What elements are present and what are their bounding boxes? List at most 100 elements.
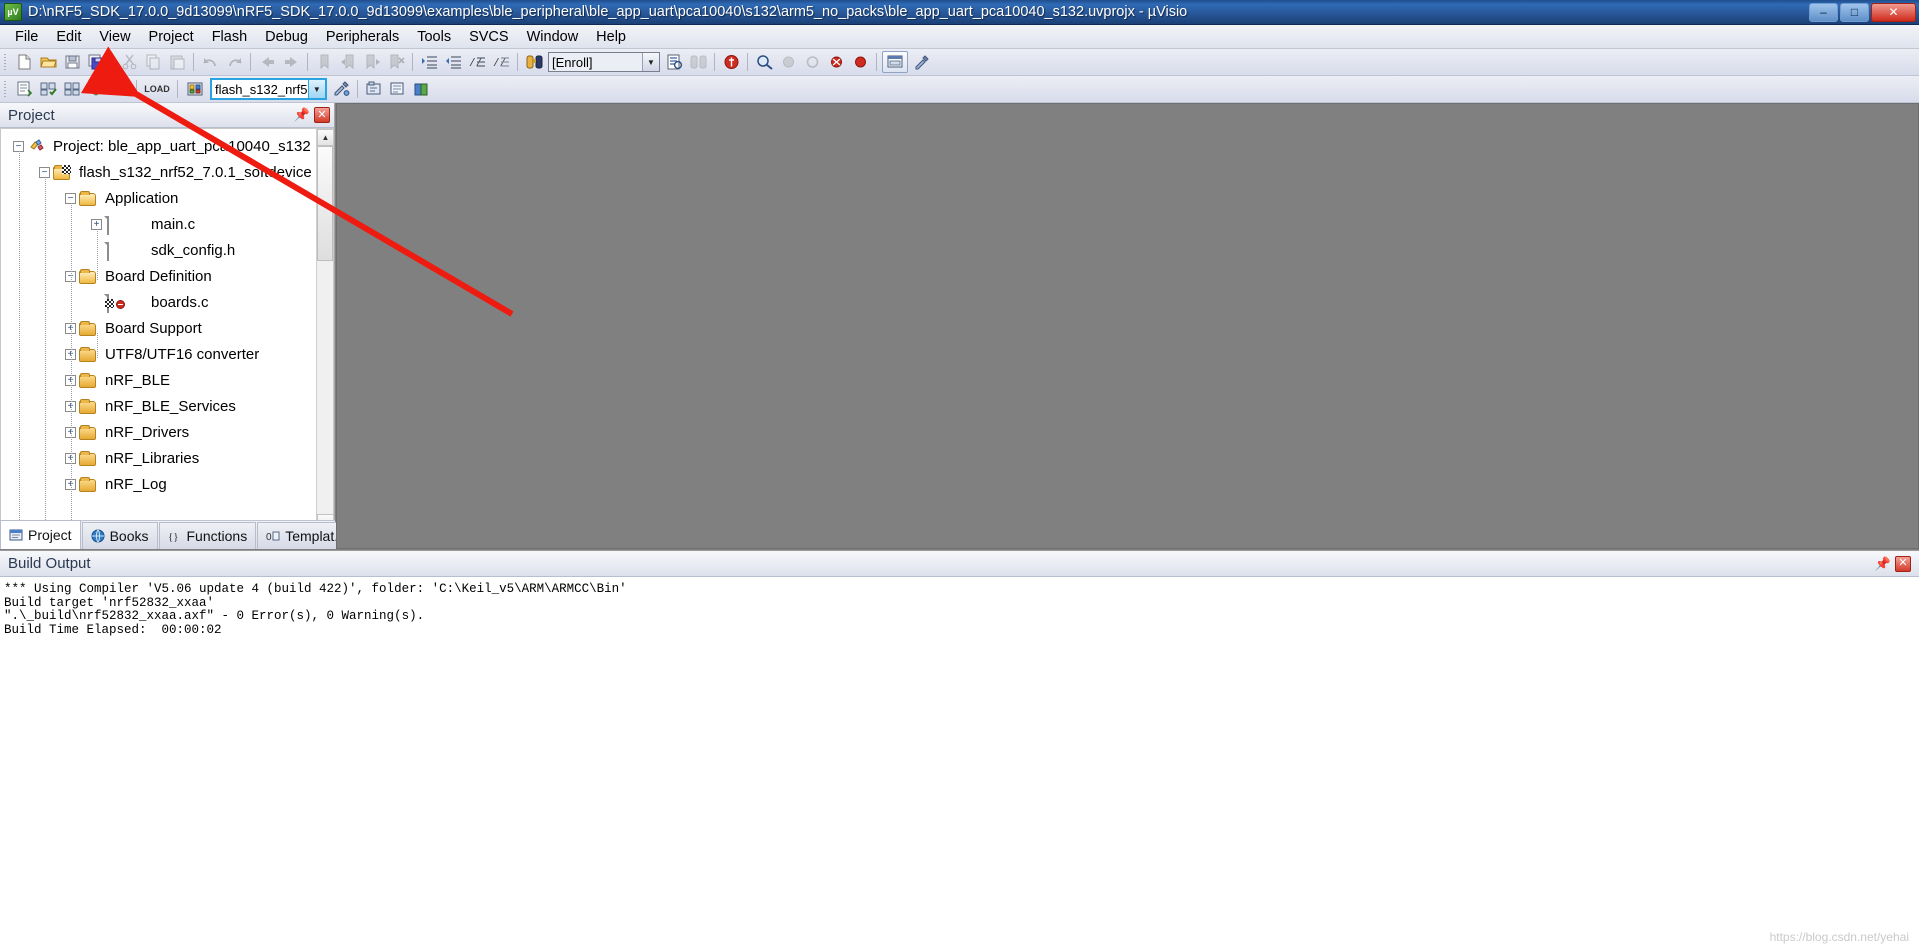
menu-edit[interactable]: Edit [47,27,90,47]
tab-functions[interactable]: {} Functions [158,522,257,549]
tab-project[interactable]: Project [0,520,81,549]
cut-icon[interactable] [118,51,140,73]
tree-item-nrf-ble[interactable]: + nRF_BLE [1,367,317,393]
menu-bar: File Edit View Project Flash Debug Perip… [0,25,1919,49]
pin-icon[interactable]: 📌 [294,107,310,123]
target-options-icon[interactable] [330,78,352,100]
tree-item-nrf-ble-services[interactable]: + nRF_BLE_Services [1,393,317,419]
target-selector-value: flash_s132_nrf5 [215,81,308,97]
scroll-up-button[interactable]: ▲ [317,129,333,146]
toolbar-grip[interactable] [2,79,9,99]
configure-icon[interactable] [910,51,932,73]
tree-item-label: Application [105,189,179,207]
pack-installer-icon[interactable] [183,78,207,100]
tree-item-sdk-config-h[interactable]: sdk_config.h [1,237,317,263]
find-combo[interactable]: [Enroll] ▼ [548,52,660,72]
tree-vertical-scrollbar[interactable]: ▲ ▼ [316,129,333,531]
tree-item-boards-c[interactable]: boards.c [1,289,317,315]
folder-icon [79,346,97,362]
tree-item-nrf-libraries[interactable]: + nRF_Libraries [1,445,317,471]
new-file-icon[interactable] [13,51,35,73]
target-selector-combo[interactable]: flash_s132_nrf5 ▼ [210,78,327,100]
tree-item-board-definition[interactable]: − Board Definition [1,263,317,289]
close-button[interactable]: ✕ [1871,2,1916,22]
menu-help[interactable]: Help [587,27,635,47]
scroll-thumb-vertical[interactable] [317,146,333,261]
paste-icon[interactable] [166,51,188,73]
breakpoint-enable-icon[interactable] [849,51,871,73]
tree-item-target[interactable]: − flash_s132_nrf52_7.0.1_softdevice [1,159,317,185]
navigate-forward-icon[interactable] [280,51,302,73]
menu-peripherals[interactable]: Peripherals [317,27,408,47]
copy-icon[interactable] [142,51,164,73]
bookmark-clear-icon[interactable] [385,51,407,73]
tree-item-nrf-drivers[interactable]: + nRF_Drivers [1,419,317,445]
folder-icon [79,320,97,336]
breakpoint-disable-icon[interactable] [801,51,823,73]
menu-project[interactable]: Project [140,27,203,47]
find-in-files-icon[interactable] [663,51,685,73]
chevron-down-icon[interactable]: ▼ [642,53,659,71]
tree-expander[interactable]: − [65,192,76,204]
close-icon[interactable]: ✕ [314,107,330,123]
menu-svcs[interactable]: SVCS [460,27,518,47]
binoculars-icon[interactable] [523,51,545,73]
bookmark-next-icon[interactable] [361,51,383,73]
open-file-icon[interactable] [37,51,59,73]
comment-icon[interactable]: // [466,51,488,73]
build-output-body[interactable]: *** Using Compiler 'V5.06 update 4 (buil… [0,577,1919,950]
undo-icon[interactable] [199,51,221,73]
tree-expander[interactable]: + [91,218,102,230]
zoom-icon[interactable] [753,51,775,73]
tree-guide [97,333,98,359]
incremental-find-icon[interactable] [687,51,709,73]
tree-item-board-support[interactable]: + Board Support [1,315,317,341]
debug-stop-icon[interactable] [720,51,742,73]
batch-build-icon[interactable] [85,78,107,100]
tree-item-utf-converter[interactable]: + UTF8/UTF16 converter [1,341,317,367]
rebuild-all-icon[interactable] [61,78,83,100]
uncomment-icon[interactable]: // [490,51,512,73]
stop-build-icon[interactable] [109,78,131,100]
outdent-icon[interactable] [442,51,464,73]
bookmark-prev-icon[interactable] [337,51,359,73]
close-icon[interactable]: ✕ [1895,555,1911,572]
editor-mdi-area[interactable] [336,103,1919,549]
menu-debug[interactable]: Debug [256,27,317,47]
translate-icon[interactable] [13,78,35,100]
window-layout-icon[interactable] [882,51,908,73]
menu-flash[interactable]: Flash [203,27,256,47]
project-icon [27,138,45,154]
load-button[interactable]: LOAD [142,78,172,100]
breakpoint-kill-icon[interactable] [825,51,847,73]
menu-view[interactable]: View [90,27,139,47]
chevron-down-icon[interactable]: ▼ [307,80,325,98]
tree-item-application[interactable]: − Application [1,185,317,211]
build-target-icon[interactable] [37,78,59,100]
menu-file[interactable]: File [6,27,47,47]
books-icon[interactable] [411,78,433,100]
navigate-back-icon[interactable] [256,51,278,73]
save-all-icon[interactable] [85,51,107,73]
tree-expander[interactable]: − [13,140,24,152]
tree-item-nrf-log[interactable]: + nRF_Log [1,471,317,497]
indent-icon[interactable] [418,51,440,73]
menu-tools[interactable]: Tools [408,27,460,47]
breakpoint-icon[interactable] [777,51,799,73]
toolbar-grip[interactable] [2,52,9,72]
minimize-button[interactable]: – [1809,2,1838,22]
tree-item-main-c[interactable]: + main.c [1,211,317,237]
pin-icon[interactable]: 📌 [1875,556,1891,572]
save-icon[interactable] [61,51,83,73]
redo-icon[interactable] [223,51,245,73]
bookmark-toggle-icon[interactable] [313,51,335,73]
multi-project-icon[interactable] [387,78,409,100]
tree-expander[interactable]: − [39,166,50,178]
menu-window[interactable]: Window [518,27,588,47]
tab-books[interactable]: Books [81,522,158,549]
manage-components-icon[interactable] [363,78,385,100]
file-toolbar: // // [Enroll] ▼ [0,49,1919,76]
maximize-button[interactable]: □ [1840,2,1869,22]
tree-item-project-root[interactable]: − Project: ble_app_uart_pca10040_s132 [1,133,317,159]
toolbar-separator [136,80,137,98]
